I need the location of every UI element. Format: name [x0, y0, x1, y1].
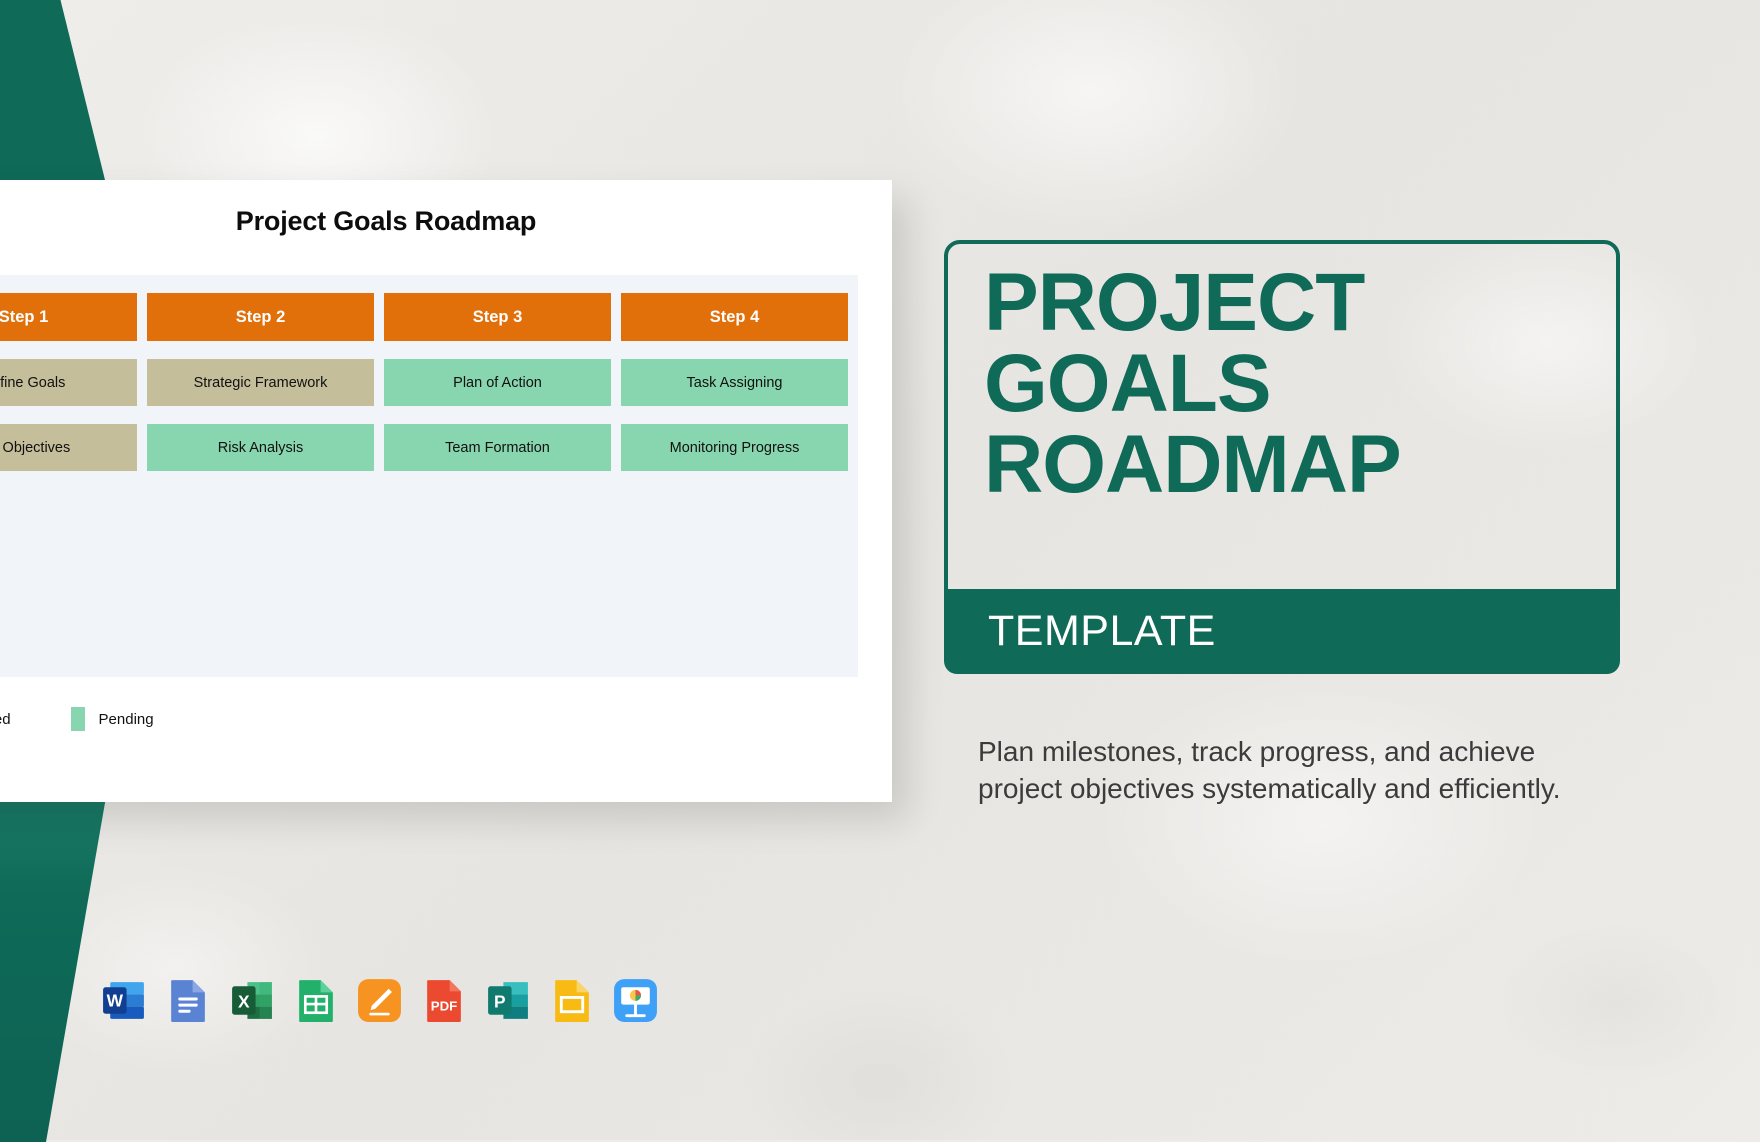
pdf-icon[interactable]: PDF: [419, 976, 468, 1025]
roadmap-column-header: Step 2: [147, 293, 374, 341]
roadmap-header-row: Step 1 Step 2 Step 3 Step 4: [0, 293, 848, 341]
hero-title-line-2: GOALS: [984, 338, 1272, 430]
roadmap-column-header: Step 3: [384, 293, 611, 341]
file-format-list: W X PDF P: [99, 976, 660, 1025]
microsoft-publisher-icon[interactable]: P: [483, 976, 532, 1025]
google-sheets-icon[interactable]: [291, 976, 340, 1025]
microsoft-word-icon[interactable]: W: [99, 976, 148, 1025]
roadmap-cell: Task Assigning: [621, 359, 848, 406]
google-docs-icon[interactable]: [163, 976, 212, 1025]
hero-title-line-1: PROJECT: [984, 257, 1365, 348]
template-preview-card[interactable]: Project Goals Roadmap Step 1 Step 2 Step…: [0, 180, 892, 802]
roadmap-panel: Step 1 Step 2 Step 3 Step 4 Define Goals…: [0, 275, 858, 677]
apple-keynote-icon[interactable]: [611, 976, 660, 1025]
hero-title-line-3: ROADMAP: [984, 419, 1402, 511]
legend-label: Pending: [98, 710, 154, 728]
hero-panel: PROJECT GOALS ROADMAP TEMPLATE: [944, 240, 1620, 674]
roadmap-cell: Plan of Action: [384, 359, 611, 406]
hero-title: PROJECT GOALS ROADMAP: [984, 257, 1596, 511]
legend-item-pending: Pending: [70, 707, 214, 731]
google-slides-icon[interactable]: [547, 976, 596, 1025]
legend-label: Completed: [0, 710, 11, 728]
roadmap-legend: Completed Pending: [0, 707, 214, 731]
roadmap-column-header: Step 1: [0, 293, 137, 341]
svg-text:P: P: [494, 992, 506, 1012]
svg-text:X: X: [238, 992, 250, 1012]
roadmap-cell: Strategic Framework: [147, 359, 374, 406]
roadmap-grid: Step 1 Step 2 Step 3 Step 4 Define Goals…: [0, 293, 848, 471]
hero-description: Plan milestones, track progress, and ach…: [978, 736, 1561, 805]
legend-swatch-pending-icon: [70, 707, 85, 731]
roadmap-column-header: Step 4: [621, 293, 848, 341]
svg-text:W: W: [107, 991, 124, 1011]
microsoft-excel-icon[interactable]: X: [227, 976, 276, 1025]
roadmap-row: Set Objectives Risk Analysis Team Format…: [0, 424, 848, 471]
roadmap-cell: Risk Analysis: [147, 424, 374, 471]
roadmap-row: Define Goals Strategic Framework Plan of…: [0, 359, 848, 406]
roadmap-cell: Set Objectives: [0, 424, 137, 471]
hero-banner-label: TEMPLATE: [988, 607, 1216, 655]
roadmap-cell: Define Goals: [0, 359, 137, 406]
legend-item-completed: Completed: [0, 707, 71, 731]
hero-template-banner: TEMPLATE: [944, 589, 1620, 674]
preview-title: Project Goals Roadmap: [235, 206, 537, 236]
apple-pages-icon[interactable]: [355, 976, 404, 1025]
svg-text:PDF: PDF: [431, 999, 458, 1014]
roadmap-cell: Team Formation: [384, 424, 611, 471]
roadmap-cell: Monitoring Progress: [621, 424, 848, 471]
